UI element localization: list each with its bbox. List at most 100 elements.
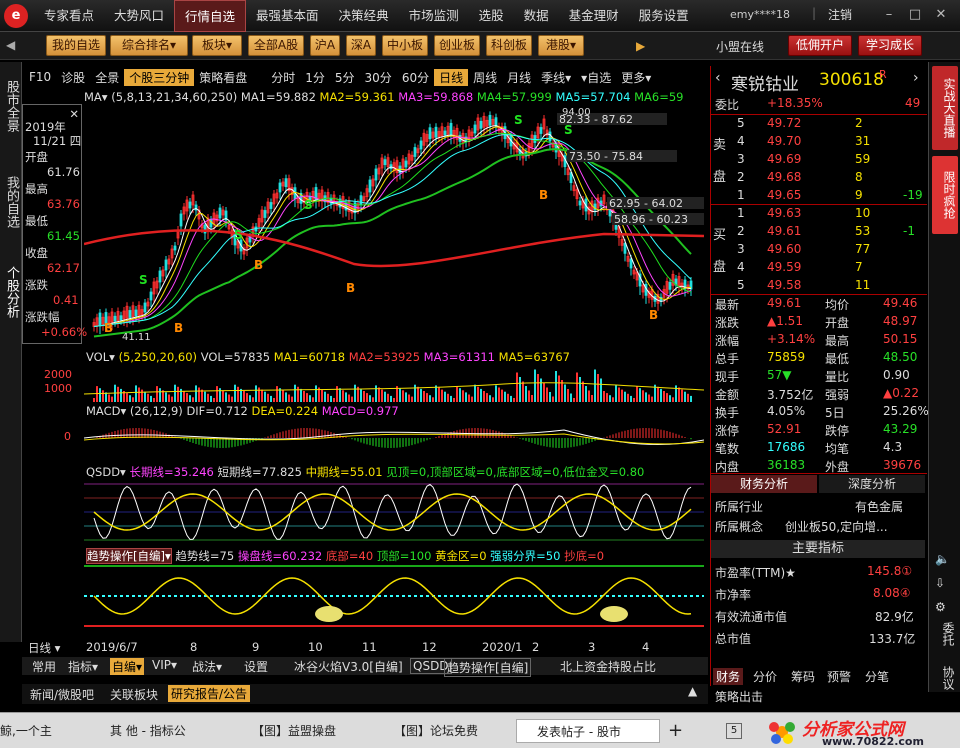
tab-alert[interactable]: 预警 [827,668,851,685]
taskbar-tab[interactable]: 鲸,一个主 [0,719,74,743]
tab-count[interactable]: 5 [726,723,742,739]
f10-tab[interactable]: F10 [24,70,56,84]
period-selector[interactable]: 日线 ▾ [28,640,60,656]
menu-item[interactable]: 决策经典 [329,0,399,32]
flash-sale-button[interactable]: 限时疯抢 [932,156,958,234]
new-tab-icon[interactable]: + [668,719,688,743]
tab-deep-analysis[interactable]: 深度分析 [819,475,925,493]
period-intraday[interactable]: 分时 [266,69,300,86]
taskbar-tab[interactable]: 【图】论坛免费 [374,719,504,743]
tab-stock-analysis[interactable]: 个股分析 [1,252,21,332]
all-a-button[interactable]: 全部A股 [248,35,304,56]
tab-ticks[interactable]: 分笔 [865,668,889,685]
menu-item[interactable]: 服务设置 [629,0,699,32]
hk-button[interactable]: 港股▾ [538,35,584,56]
maximize-icon[interactable]: □ [906,6,924,24]
concept-value[interactable]: 创业板50,定向增... [785,518,888,535]
tab-vip[interactable]: VIP▾ [152,658,177,672]
taskbar-tab[interactable]: 【图】益盟操盘 [232,719,362,743]
protocol-button[interactable]: 协议 [933,666,957,690]
more-dropdown[interactable]: 更多▾ [616,69,656,86]
diagnose-tab[interactable]: 诊股 [56,69,90,86]
open-account-button[interactable]: 低佣开户 [788,35,852,56]
bid-row-cell: 7 [855,260,863,274]
tab-price-dist[interactable]: 分价 [753,668,777,685]
username[interactable]: emy****18 [730,8,790,21]
menu-item-active[interactable]: 行情自选 [174,0,247,32]
tab-ice-fire[interactable]: 冰谷火焰V3.0[自编] [294,658,403,675]
collapse-icon[interactable]: ▲ [688,684,697,698]
menu-item[interactable]: 最强基本面 [246,0,329,32]
ma-label[interactable]: MA▾ [84,90,108,104]
period-5m[interactable]: 5分 [330,69,360,86]
qsdd-chart[interactable] [84,478,704,546]
prev-stock-icon[interactable]: ‹ [715,70,721,86]
period-60m[interactable]: 60分 [397,69,434,86]
period-daily[interactable]: 日线 [434,68,469,86]
tab-my-watchlist[interactable]: 我的自选 [1,162,21,242]
next-stock-icon[interactable]: › [913,70,919,86]
tab-trend[interactable]: 趋势操作[自编] [444,658,532,677]
gem-button[interactable]: 创业板 [434,35,480,56]
tab-news[interactable]: 新闻/微股吧 [30,686,94,703]
learn-button[interactable]: 学习成长 [858,35,922,56]
download-icon[interactable]: ⇩ [935,576,955,594]
tab-research[interactable]: 研究报告/公告 [168,685,251,702]
tab-settings[interactable]: 设置 [244,658,268,675]
minimize-icon[interactable]: – [880,6,898,24]
menu-item[interactable]: 基金理财 [559,0,629,32]
tab-common[interactable]: 常用 [32,658,56,675]
tab-finance[interactable]: 财务 [713,668,744,685]
live-button[interactable]: 实战大直播 [932,66,958,150]
sector-button[interactable]: 板块▾ [192,35,242,56]
tab-northbound[interactable]: 北上资金持股占比 [560,658,656,675]
taskbar-tab[interactable]: 其 他 - 指标公 [90,719,220,743]
strategy-tab[interactable]: 策略看盘 [194,69,252,86]
period-monthly[interactable]: 月线 [502,69,536,86]
vol-label[interactable]: VOL▾ [86,350,115,364]
qsdd-label[interactable]: QSDD▾ [86,465,126,479]
close-icon[interactable]: ✕ [69,107,79,121]
star-market-button[interactable]: 科创板 [486,35,532,56]
tab-indicator[interactable]: 指标▾ [68,658,98,675]
menu-item[interactable]: 数据 [514,0,559,32]
arrow-left-icon[interactable]: ◀ [6,38,15,52]
taskbar-tab-active[interactable]: 发表帖子 - 股市 [516,719,660,743]
tab-related-sectors[interactable]: 关联板块 [110,686,158,703]
volume-chart[interactable] [84,366,704,402]
close-icon[interactable]: ✕ [932,6,950,24]
tab-custom[interactable]: 自编▾ [110,658,145,675]
kline-chart[interactable]: 82.33 - 87.6273.50 - 75.8462.95 - 64.025… [84,104,704,344]
tab-chips[interactable]: 筹码 [791,668,815,685]
league-online[interactable]: 小盟在线 [716,38,764,55]
rank-button[interactable]: 综合排名▾ [110,35,188,56]
macd-chart[interactable] [84,418,704,460]
menu-item[interactable]: 专家看点 [34,0,104,32]
tab-tactics[interactable]: 战法▾ [192,658,222,675]
menu-item[interactable]: 市场监测 [399,0,469,32]
my-watchlist-button[interactable]: 我的自选 [46,35,106,56]
order-button[interactable]: 委托 [933,622,957,646]
period-weekly[interactable]: 周线 [468,69,502,86]
strategy-attack[interactable]: 策略出击 [715,688,763,705]
three-minute-tab[interactable]: 个股三分钟 [124,68,195,86]
period-1m[interactable]: 1分 [300,69,330,86]
menu-item[interactable]: 选股 [469,0,514,32]
logout-link[interactable]: 注销 [828,6,852,23]
tools-icon[interactable]: ⚙ [935,600,955,618]
tab-market-overview[interactable]: 股市全景 [1,66,21,146]
macd-label[interactable]: MACD▾ [86,404,126,418]
period-30m[interactable]: 30分 [360,69,397,86]
sz-a-button[interactable]: 深A [346,35,376,56]
menu-item[interactable]: 大势风口 [104,0,174,32]
sh-a-button[interactable]: 沪A [310,35,340,56]
speaker-icon[interactable]: 🔈 [935,552,955,570]
trend-chart[interactable] [84,562,704,636]
tab-financial-analysis[interactable]: 财务分析 [711,475,817,493]
panorama-tab[interactable]: 全景 [90,69,124,86]
industry-value[interactable]: 有色金属 [855,498,903,515]
custom-period[interactable]: ▾自选 [576,69,616,86]
period-quarter[interactable]: 季线▾ [536,69,576,86]
arrow-right-icon[interactable]: ▶ [636,39,645,53]
sme-button[interactable]: 中小板 [382,35,428,56]
